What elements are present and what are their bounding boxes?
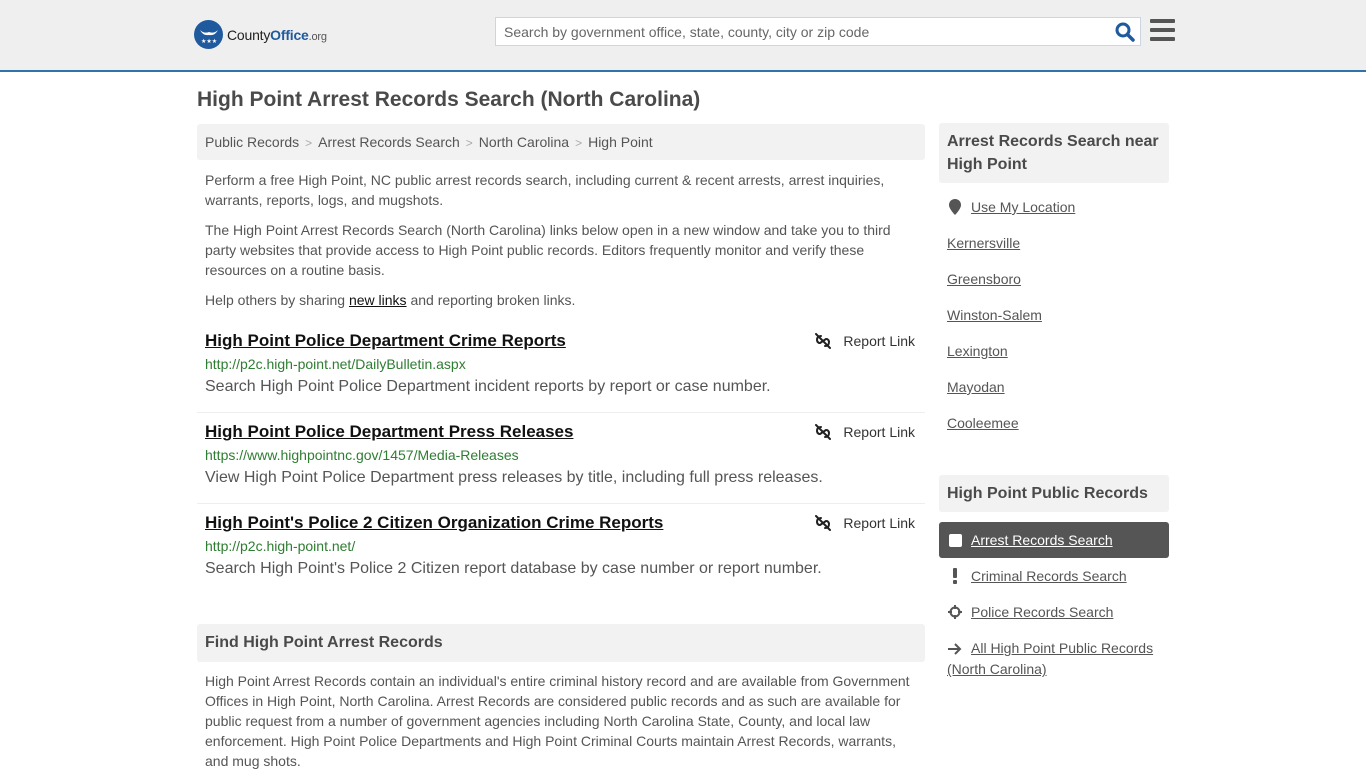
public-records-list: Arrest Records Search Criminal Records S… [939, 522, 1169, 679]
site-header: ★★★ CountyOffice.org [0, 0, 1366, 72]
sidebar-item-criminal-records[interactable]: Criminal Records Search [939, 558, 1169, 594]
link-title[interactable]: High Point Police Department Press Relea… [205, 421, 573, 443]
broken-link-icon [815, 333, 832, 349]
link-url: http://p2c.high-point.net/ [205, 538, 356, 554]
logo-eagle-icon: ★★★ [194, 20, 223, 49]
find-section-body: High Point Arrest Records contain an ind… [205, 673, 910, 769]
broken-link-icon [815, 424, 832, 440]
sidebar-item-police-records[interactable]: Police Records Search [939, 594, 1169, 630]
public-records-heading: High Point Public Records [939, 475, 1169, 512]
intro-paragraph-3: Help others by sharing new links and rep… [205, 292, 576, 308]
report-link-button[interactable]: Report Link [815, 333, 915, 349]
arrow-right-icon [947, 639, 963, 659]
find-section-heading: Find High Point Arrest Records [197, 624, 925, 662]
link-description: Search High Point's Police 2 Citizen rep… [205, 560, 822, 577]
sidebar-link-criminal-records[interactable]: Criminal Records Search [971, 566, 1127, 586]
nearby-link-greensboro[interactable]: Greensboro [947, 269, 1021, 289]
links-list: High Point Police Department Crime Repor… [197, 322, 925, 595]
sidebar-item-all-public-records[interactable]: All High Point Public Records (North Car… [939, 630, 1169, 679]
search-button[interactable] [1114, 21, 1136, 43]
breadcrumb-arrest-records-search[interactable]: Arrest Records Search [318, 134, 460, 150]
nearby-list: Use My Location Kernersville Greensboro … [939, 197, 1169, 449]
report-link-button[interactable]: Report Link [815, 515, 915, 531]
link-title[interactable]: High Point's Police 2 Citizen Organizati… [205, 512, 663, 534]
nearby-link-winston-salem[interactable]: Winston-Salem [947, 305, 1042, 325]
broken-link-icon [815, 515, 832, 531]
link-description: Search High Point Police Department inci… [205, 378, 771, 395]
map-marker-icon [947, 197, 963, 217]
list-item: High Point Police Department Press Relea… [197, 413, 925, 504]
sidebar-link-all-public-records[interactable]: All High Point Public Records (North Car… [947, 640, 1153, 677]
link-title[interactable]: High Point Police Department Crime Repor… [205, 330, 566, 352]
search-box [495, 17, 1141, 46]
exclamation-icon [947, 566, 963, 586]
nearby-item: Greensboro [939, 269, 1169, 305]
logo-text: CountyOffice.org [227, 26, 327, 43]
use-my-location: Use My Location [939, 197, 1169, 233]
breadcrumb-public-records[interactable]: Public Records [205, 134, 299, 150]
search-icon [1115, 22, 1135, 42]
breadcrumb-north-carolina[interactable]: North Carolina [479, 134, 569, 150]
square-icon [947, 530, 963, 550]
nearby-link-lexington[interactable]: Lexington [947, 341, 1008, 361]
nearby-item: Kernersville [939, 233, 1169, 269]
intro: Perform a free High Point, NC public arr… [197, 170, 925, 310]
report-link-button[interactable]: Report Link [815, 424, 915, 440]
sidebar: Arrest Records Search near High Point Us… [939, 123, 1169, 679]
main-content: Public Records > Arrest Records Search > Nor… [197, 124, 925, 595]
nearby-link-mayodan[interactable]: Mayodan [947, 377, 1005, 397]
nearby-item: Mayodan [939, 377, 1169, 413]
sidebar-link-arrest-records[interactable]: Arrest Records Search [971, 530, 1113, 550]
breadcrumb-separator: > [305, 136, 313, 150]
list-item: High Point Police Department Crime Repor… [197, 322, 925, 413]
nearby-item: Cooleemee [939, 413, 1169, 449]
sidebar-link-police-records[interactable]: Police Records Search [971, 602, 1113, 622]
breadcrumb: Public Records > Arrest Records Search > Nor… [197, 124, 925, 160]
list-item: High Point's Police 2 Citizen Organizati… [197, 504, 925, 595]
crosshair-icon [947, 602, 963, 622]
nearby-heading: Arrest Records Search near High Point [939, 123, 1169, 183]
link-url: https://www.highpointnc.gov/1457/Media-R… [205, 447, 519, 463]
intro-paragraph-2: The High Point Arrest Records Search (No… [205, 222, 891, 278]
hamburger-menu-icon[interactable] [1150, 19, 1175, 41]
link-description: View High Point Police Department press … [205, 469, 823, 486]
nearby-link-cooleemee[interactable]: Cooleemee [947, 413, 1019, 433]
breadcrumb-separator: > [575, 136, 583, 150]
nearby-link-kernersville[interactable]: Kernersville [947, 233, 1020, 253]
nearby-item: Winston-Salem [939, 305, 1169, 341]
svg-text:★★★: ★★★ [201, 38, 217, 45]
new-links-link[interactable]: new links [349, 292, 407, 308]
sidebar-item-arrest-records[interactable]: Arrest Records Search [939, 522, 1169, 558]
page-title: High Point Arrest Records Search (North … [197, 88, 701, 111]
breadcrumb-separator: > [465, 136, 473, 150]
use-my-location-link[interactable]: Use My Location [971, 197, 1075, 217]
search-input[interactable] [496, 18, 1096, 45]
intro-paragraph-1: Perform a free High Point, NC public arr… [205, 172, 885, 208]
link-url: http://p2c.high-point.net/DailyBulletin.… [205, 356, 466, 372]
logo[interactable]: ★★★ CountyOffice.org [194, 20, 327, 49]
breadcrumb-high-point[interactable]: High Point [588, 134, 653, 150]
nearby-item: Lexington [939, 341, 1169, 377]
